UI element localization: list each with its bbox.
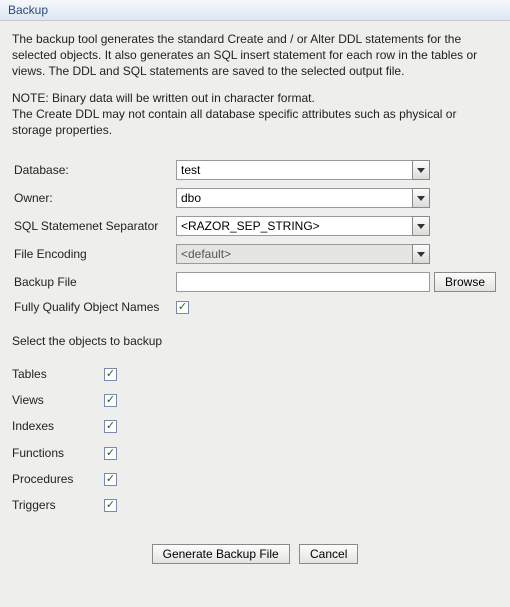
object-label: Procedures xyxy=(12,466,104,492)
object-row: Procedures✓ xyxy=(12,466,123,492)
check-icon: ✓ xyxy=(106,448,115,459)
database-input[interactable] xyxy=(176,160,412,180)
object-label: Views xyxy=(12,387,104,413)
check-icon: ✓ xyxy=(106,474,115,485)
object-checkbox[interactable]: ✓ xyxy=(104,499,117,512)
check-icon: ✓ xyxy=(106,395,115,406)
database-label: Database: xyxy=(12,156,174,184)
form-table: Database: Owner: xyxy=(12,156,498,318)
encoding-combo[interactable] xyxy=(176,244,430,264)
object-label: Triggers xyxy=(12,492,104,518)
chevron-down-icon xyxy=(417,196,425,201)
check-icon: ✓ xyxy=(178,302,187,313)
object-row: Indexes✓ xyxy=(12,413,123,439)
backup-file-input[interactable] xyxy=(176,272,430,292)
owner-input[interactable] xyxy=(176,188,412,208)
object-row: Tables✓ xyxy=(12,360,123,386)
object-checkbox[interactable]: ✓ xyxy=(104,473,117,486)
object-checkbox[interactable]: ✓ xyxy=(104,368,117,381)
check-icon: ✓ xyxy=(106,369,115,380)
separator-combo[interactable] xyxy=(176,216,430,236)
fully-qualify-label: Fully Qualify Object Names xyxy=(12,296,174,318)
encoding-input[interactable] xyxy=(176,244,412,264)
object-label: Tables xyxy=(12,360,104,386)
objects-section-label: Select the objects to backup xyxy=(12,334,498,348)
owner-label: Owner: xyxy=(12,184,174,212)
check-icon: ✓ xyxy=(106,500,115,511)
chevron-down-icon xyxy=(417,224,425,229)
backup-file-label: Backup File xyxy=(12,268,174,296)
object-checkbox[interactable]: ✓ xyxy=(104,447,117,460)
note-text: NOTE: Binary data will be written out in… xyxy=(12,90,498,139)
chevron-down-icon xyxy=(417,168,425,173)
chevron-down-icon xyxy=(417,252,425,257)
object-checkbox[interactable]: ✓ xyxy=(104,420,117,433)
object-checkbox[interactable]: ✓ xyxy=(104,394,117,407)
window-title-bar: Backup xyxy=(0,0,510,21)
object-row: Triggers✓ xyxy=(12,492,123,518)
separator-dropdown-button[interactable] xyxy=(412,216,430,236)
object-row: Views✓ xyxy=(12,387,123,413)
window-title: Backup xyxy=(8,3,48,17)
dialog-content: The backup tool generates the standard C… xyxy=(0,21,510,574)
separator-label: SQL Statemenet Separator xyxy=(12,212,174,240)
fully-qualify-checkbox[interactable]: ✓ xyxy=(176,301,189,314)
encoding-label: File Encoding xyxy=(12,240,174,268)
separator-input[interactable] xyxy=(176,216,412,236)
object-label: Functions xyxy=(12,439,104,465)
owner-combo[interactable] xyxy=(176,188,430,208)
database-dropdown-button[interactable] xyxy=(412,160,430,180)
encoding-dropdown-button[interactable] xyxy=(412,244,430,264)
object-label: Indexes xyxy=(12,413,104,439)
check-icon: ✓ xyxy=(106,421,115,432)
generate-backup-button[interactable]: Generate Backup File xyxy=(152,544,290,564)
object-row: Functions✓ xyxy=(12,439,123,465)
owner-dropdown-button[interactable] xyxy=(412,188,430,208)
cancel-button[interactable]: Cancel xyxy=(299,544,358,564)
button-row: Generate Backup File Cancel xyxy=(12,544,498,564)
objects-table: Tables✓Views✓Indexes✓Functions✓Procedure… xyxy=(12,360,123,518)
description-text: The backup tool generates the standard C… xyxy=(12,31,498,80)
browse-button[interactable]: Browse xyxy=(434,272,496,292)
database-combo[interactable] xyxy=(176,160,430,180)
